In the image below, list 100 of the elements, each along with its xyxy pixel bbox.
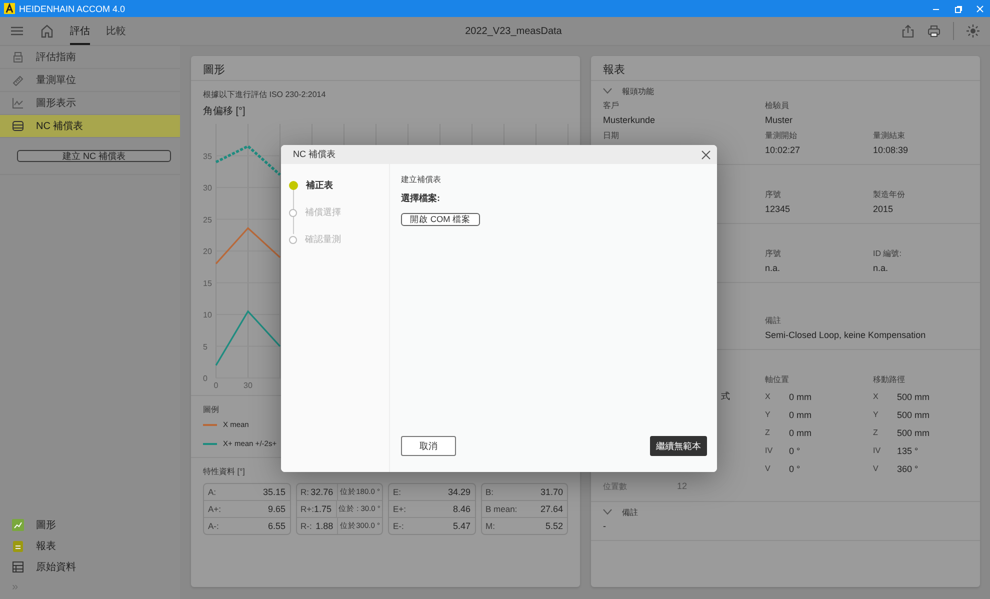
table-cell-text: R: — [300, 487, 310, 497]
field-label: 移動路徑 — [873, 375, 905, 384]
field-value: 500 mm — [897, 392, 930, 402]
cancel-button[interactable]: 取消 — [401, 436, 456, 456]
view-toggle[interactable]: 報表 — [0, 535, 180, 556]
section-header: 報頭功能 — [622, 86, 654, 96]
axis-name: V — [873, 464, 880, 474]
file-name: 2022_V23_measData — [464, 26, 563, 36]
data-line — [215, 226, 281, 264]
field-label: 備註 — [765, 316, 781, 325]
menu-icon[interactable] — [10, 24, 24, 38]
axis-tick-label: 35 — [203, 152, 212, 161]
step-label[interactable]: 補正表 — [306, 179, 333, 192]
section-header: 備註 — [622, 506, 638, 518]
table-cell-text: 9.65 — [268, 504, 286, 514]
table-cell-text: 8.46 — [452, 504, 472, 514]
home-icon[interactable] — [40, 24, 54, 38]
axis-tick-label: 15 — [203, 278, 212, 288]
field-value: Musterkunde — [603, 115, 656, 125]
field-label: 序號 — [765, 190, 781, 199]
restore-icon[interactable] — [954, 4, 962, 12]
table-cell-text: 32.76 — [310, 487, 334, 497]
field-label: 量測開始 — [765, 131, 797, 140]
sidebar-item[interactable]: NC 補償表 — [0, 115, 180, 138]
table-cell-text: E-: — [392, 521, 405, 531]
field-value: 10:02:27 — [765, 145, 800, 155]
document-icon — [12, 51, 24, 63]
chevron-down-icon[interactable] — [603, 88, 612, 94]
create-table-button[interactable]: 建立 NC 補償表 — [17, 150, 171, 162]
axis-name: IV — [873, 446, 882, 456]
data-line — [215, 144, 281, 176]
table-cell-text: A: — [207, 487, 218, 497]
panel-title: 報表 — [591, 56, 980, 81]
field-label: 日期 — [603, 131, 619, 140]
axis-name: X — [765, 392, 772, 402]
field-value: 12 — [677, 480, 688, 492]
field-label: 式 — [721, 390, 730, 400]
tab[interactable]: 比較 — [106, 17, 126, 45]
field-value: Muster — [765, 115, 793, 125]
table-cell-text: 27.64 — [540, 504, 564, 514]
axis-tick-label: 0 — [203, 374, 208, 383]
table-cell-text: E: — [392, 487, 402, 497]
field-value: 360 ° — [897, 464, 918, 474]
table-cell-text: 35.15 — [262, 487, 286, 497]
app-logo-icon — [4, 3, 15, 14]
field-value: 12345 — [765, 204, 790, 214]
open-file-button[interactable]: 開啟 COM 檔案 — [401, 213, 480, 226]
field-label: 客戶 — [603, 101, 619, 110]
chart-title: 角偏移 [°] — [203, 105, 246, 118]
axis-tick-label: 20 — [203, 247, 212, 256]
table-cell-text: A-: — [207, 521, 220, 531]
section-title: 特性資料 [°] — [203, 466, 246, 477]
ruler-icon — [12, 74, 24, 86]
axis-name: Y — [873, 410, 880, 420]
dialog-title: NC 補償表 — [293, 148, 336, 161]
table-icon — [12, 120, 24, 132]
table-cell-text: R-: — [300, 521, 313, 531]
axis-name: V — [765, 464, 772, 474]
file-prompt: 選擇檔案: — [401, 192, 441, 205]
field-value: 500 mm — [897, 410, 930, 420]
axis-tick-label: 10 — [203, 310, 212, 320]
table-cell-text: 1.88 — [316, 521, 334, 531]
field-label: 軸位置 — [765, 375, 789, 384]
table-cell-text: 6.55 — [268, 521, 286, 531]
axis-tick-label: 5 — [203, 342, 208, 352]
table-cell-text: B mean: — [484, 504, 518, 514]
table-cell-text: A+: — [207, 504, 222, 514]
field-value: Semi-Closed Loop, keine Kompensation — [765, 330, 926, 340]
field-label: 量測結束 — [873, 131, 905, 140]
field-label: 位置數 — [603, 480, 627, 492]
sidebar-item[interactable]: 評估指南 — [0, 46, 180, 69]
view-toggle[interactable]: 原始資料 — [0, 556, 180, 577]
axis-tick-label: 30 — [203, 184, 212, 192]
table-cell-text: 5.52 — [545, 521, 564, 531]
axis-name: IV — [765, 446, 774, 456]
field-value: n.a. — [765, 263, 780, 273]
table-cell-text: 31.70 — [540, 487, 564, 497]
window-title: HEIDENHAIN ACCOM 4.0 — [19, 4, 126, 14]
view-toggle[interactable]: 圖形 — [0, 514, 180, 535]
table-cell-text: 1.75 — [314, 504, 332, 514]
data-line — [215, 310, 281, 366]
field-value: 500 mm — [897, 428, 930, 438]
field-value: 0 ° — [789, 464, 800, 474]
field-value: 0 mm — [789, 410, 812, 420]
field-label: 製造年份 — [873, 190, 905, 199]
axis-tick-label: 30 — [244, 381, 252, 390]
sun-icon[interactable] — [966, 24, 980, 38]
field-value: 0 mm — [789, 428, 812, 438]
close-icon[interactable] — [701, 150, 711, 160]
panel-title: 圖形 — [191, 56, 580, 81]
field-label: 檢驗員 — [765, 101, 789, 110]
chevron-down-icon[interactable] — [603, 509, 612, 515]
continue-button[interactable]: 繼續無範本 — [650, 436, 707, 456]
legend-title: 圖例 — [203, 404, 220, 415]
field-value: - — [603, 521, 606, 531]
field-value: 2015 — [873, 204, 894, 214]
share-icon[interactable] — [901, 24, 915, 38]
print-icon[interactable] — [927, 24, 941, 38]
table-cell-text: B: — [484, 487, 495, 497]
standard-note: 根據以下進行評估 ISO 230-2:2014 — [203, 89, 327, 100]
